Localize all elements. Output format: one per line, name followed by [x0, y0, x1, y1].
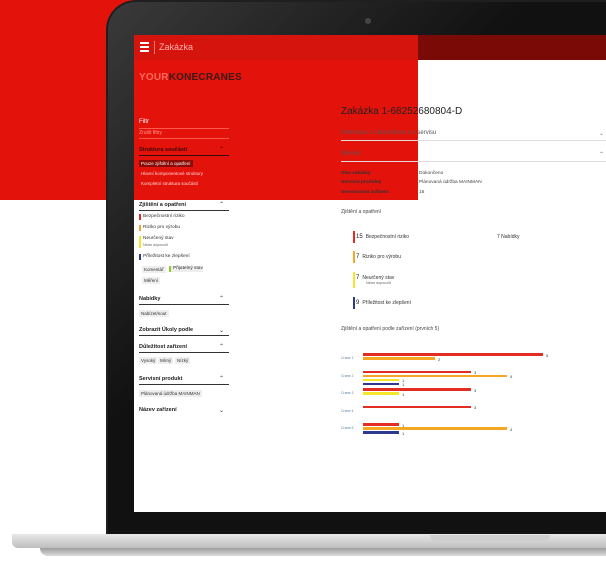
importance-high[interactable]: Vysoký: [139, 357, 158, 364]
finding-offers-count[interactable]: 7 Nabídky: [497, 234, 520, 240]
chart-category-label: Crane 2: [341, 373, 354, 378]
finding-production-risk[interactable]: 7 Riziko pro výrobu: [353, 251, 401, 263]
structure-option-main[interactable]: Hlavní komponentové struktury: [139, 170, 205, 177]
chevron-up-icon[interactable]: ⌃: [219, 375, 224, 382]
filter-chip-comment[interactable]: Komentář: [142, 266, 166, 273]
structure-option-findings-only[interactable]: Pouze zjištění a opatření: [139, 160, 193, 167]
chart-bar: [363, 388, 471, 391]
chart-data-label: 3: [474, 405, 477, 410]
importance-low[interactable]: Nízký: [175, 357, 191, 364]
customer-info-accordion[interactable]: Informace o zákazníkovi a o servisu ⌄: [341, 130, 606, 137]
divider: [341, 161, 606, 162]
divider: [139, 304, 229, 305]
chart-data-label: 4: [510, 374, 513, 379]
chart-bar: [363, 353, 543, 356]
filter-title: Filtr: [139, 119, 149, 125]
chart-bar: [363, 357, 435, 360]
chart-bar: [363, 370, 471, 373]
top-bar-divider: [154, 41, 155, 54]
chart-bar: [363, 431, 399, 434]
hamburger-menu-icon[interactable]: [140, 42, 149, 52]
chart-category-label: Crane 1: [341, 356, 354, 360]
show-tasks-title[interactable]: Zobrazit Úkoly podle: [139, 327, 193, 333]
chart-category-label: Crane 3: [341, 391, 354, 395]
chart-data-label: 1: [402, 382, 405, 387]
divider: [139, 155, 229, 156]
findings-heading: Zjištění a opatření: [341, 209, 382, 215]
laptop-base-edge: [40, 548, 606, 556]
finding-opportunity[interactable]: 9 Příležitost ke zlepšení: [353, 297, 411, 309]
service-products-value: Plánovaná údržba MAINMAN: [419, 180, 482, 185]
chart-data-label: 2: [438, 356, 441, 362]
chart-bar: [363, 427, 507, 430]
divider: [139, 384, 229, 385]
chart-bar: [363, 392, 399, 395]
serviced-devices-value: 16: [419, 190, 425, 195]
filter-opportunity[interactable]: Příležitost ke zlepšení: [139, 254, 190, 260]
chart-heading: Zjištění a opatření podle zařízení (prvn…: [341, 326, 440, 332]
order-title: Zakázka 1-68252680804-D: [341, 106, 463, 117]
divider: [139, 210, 229, 211]
device-name-section-title[interactable]: Název zařízení: [139, 407, 177, 413]
chevron-up-icon[interactable]: ⌃: [219, 343, 224, 350]
chevron-up-icon[interactable]: ⌃: [219, 295, 224, 302]
serviced-devices-label: Servisovaná zařízení: [341, 190, 389, 195]
chart-data-label: 4: [510, 426, 513, 432]
filter-chip-measurement[interactable]: Měření: [142, 277, 161, 284]
camera-icon: [365, 18, 371, 24]
konecranes-logo: YOURKONECRANES: [139, 72, 242, 83]
findings-section-title[interactable]: Zjištění a opatření: [139, 202, 186, 208]
chart-category-label: Crane 5: [341, 426, 354, 430]
service-product-chip[interactable]: Plánovaná údržba MAINMAN: [139, 390, 202, 397]
offers-chip[interactable]: Nabízet/nout: [139, 310, 169, 317]
page-title: Zakázka: [159, 42, 194, 52]
structure-option-complete[interactable]: Kompletní struktura součástí: [139, 180, 200, 187]
filter-production-risk[interactable]: Riziko pro výrobu: [139, 225, 180, 231]
importance-medium[interactable]: Mírný: [158, 357, 174, 364]
chevron-up-icon[interactable]: ⌃: [219, 201, 224, 208]
importance-section-title[interactable]: Důležitost zařízení: [139, 344, 187, 350]
app-screen: Zakázka YOURKONECRANES Filtr Zrušit filt…: [134, 35, 606, 512]
chart-bar: [363, 405, 471, 408]
chart-data-label: 1: [402, 430, 405, 436]
chevron-up-icon[interactable]: ⌃: [219, 146, 224, 153]
chart-data-label: 3: [474, 387, 477, 393]
divider: [139, 352, 229, 353]
laptop-notch: [430, 535, 550, 541]
chevron-down-icon[interactable]: ⌄: [219, 407, 224, 414]
divider: [341, 140, 606, 141]
service-product-section-title[interactable]: Servisní produkt: [139, 376, 182, 382]
divider: [139, 128, 229, 129]
filter-chip-accepted[interactable]: Přijatelný stav: [169, 266, 203, 272]
chart-bar: [363, 423, 399, 426]
summary-accordion[interactable]: Shrnutí ⌃: [341, 151, 606, 158]
clear-filters-link[interactable]: Zrušit filtry: [139, 130, 162, 136]
structure-section-title[interactable]: Struktura součástí: [139, 147, 187, 153]
chart-bar: [363, 378, 399, 381]
filter-uncertain[interactable]: Neurčený stav Nelze doporučit: [139, 236, 174, 248]
divider: [139, 335, 229, 336]
chart-data-label: 5: [546, 352, 549, 358]
chevron-down-icon[interactable]: ⌄: [219, 327, 224, 334]
finding-uncertain[interactable]: 7 Neurčený stav Nelze doporučit: [353, 272, 394, 288]
service-products-label: Servisní produkty: [341, 180, 382, 185]
chart-bar: [363, 382, 399, 385]
divider: [139, 138, 229, 139]
order-status-value: Dokončeno: [419, 171, 444, 176]
chart-category-label: Crane 4: [341, 408, 354, 413]
filter-safety-risk[interactable]: Bezpečnostní riziko: [139, 214, 185, 220]
order-status-label: Stav zakázky: [341, 171, 371, 176]
chart-data-label: 1: [402, 391, 405, 397]
chart-bar: [363, 374, 507, 377]
finding-safety-risk[interactable]: 15 Bezpečnostní riziko: [353, 231, 409, 243]
offers-section-title[interactable]: Nabídky: [139, 296, 160, 302]
